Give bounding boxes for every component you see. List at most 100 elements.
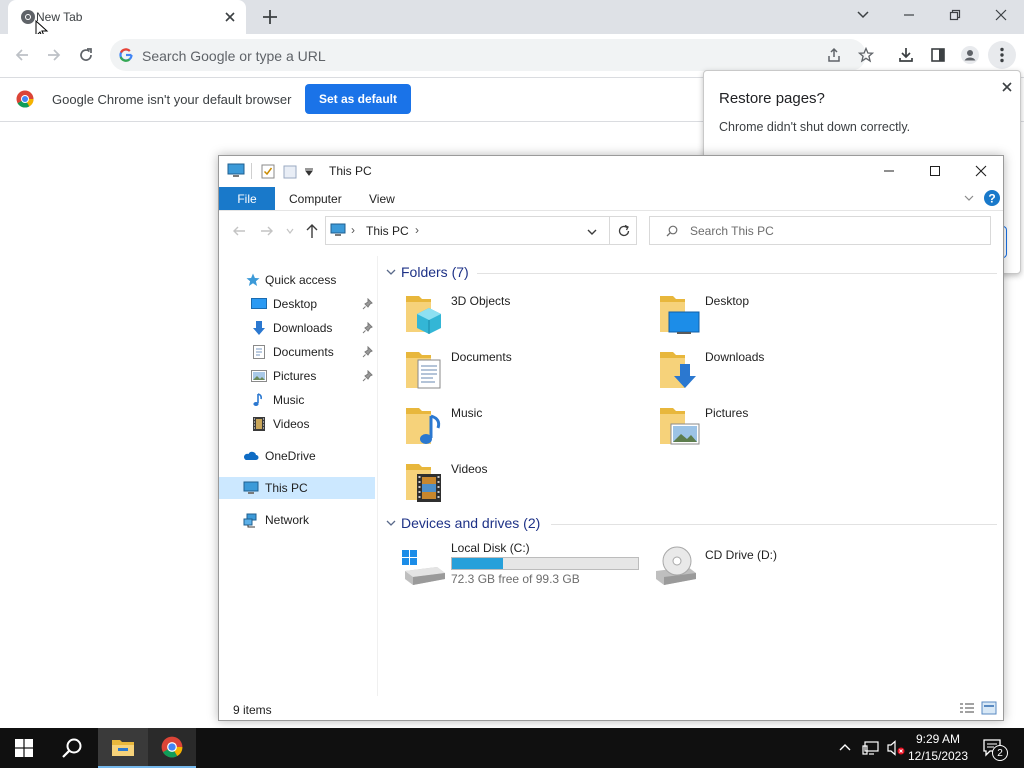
back-button[interactable]	[10, 43, 34, 67]
taskbar-chrome-button[interactable]	[148, 728, 196, 768]
nav-label: OneDrive	[265, 449, 316, 463]
expand-ribbon-icon[interactable]	[963, 193, 975, 203]
refresh-button[interactable]	[609, 216, 637, 245]
drive-usage-bar	[451, 557, 639, 570]
bookmark-star-icon[interactable]	[854, 43, 878, 67]
forward-button[interactable]	[42, 43, 66, 67]
nav-onedrive[interactable]: OneDrive	[219, 445, 375, 467]
share-icon[interactable]	[822, 43, 846, 67]
new-folder-qat-icon[interactable]	[283, 163, 297, 179]
properties-qat-icon[interactable]	[261, 163, 275, 179]
explorer-maximize-button[interactable]	[923, 160, 947, 182]
chrome-menu-button[interactable]	[988, 41, 1016, 69]
folder-videos[interactable]: Videos	[405, 458, 655, 510]
nav-desktop[interactable]: Desktop	[219, 293, 375, 315]
music-folder-icon	[405, 402, 447, 448]
pictures-icon	[251, 368, 267, 384]
nav-label: Videos	[273, 417, 310, 431]
folder-music[interactable]: Music	[405, 402, 655, 454]
tiles-view-icon[interactable]	[981, 701, 997, 715]
restore-bubble-close-icon[interactable]	[998, 78, 1016, 96]
taskbar: 9:29 AM 12/15/2023 2	[0, 728, 1024, 768]
folder-label: 3D Objects	[451, 294, 511, 308]
nav-network[interactable]: Network	[219, 509, 375, 531]
qat-dropdown-icon[interactable]	[305, 168, 313, 176]
explorer-back-icon[interactable]	[231, 223, 247, 239]
drives-group-header[interactable]: Devices and drives (2)	[385, 515, 997, 535]
search-this-pc-input[interactable]: Search This PC	[649, 216, 991, 245]
new-tab-button[interactable]	[260, 7, 280, 27]
folder-label: Music	[451, 406, 483, 420]
address-sep-icon: ›	[351, 223, 355, 237]
nav-label: Documents	[273, 345, 334, 359]
start-button[interactable]	[0, 728, 48, 768]
taskbar-file-explorer-button[interactable]	[98, 728, 148, 768]
address-sep-icon: ›	[415, 223, 419, 237]
folders-group-header[interactable]: Folders (7)	[385, 264, 997, 284]
network-tray-icon[interactable]	[862, 740, 880, 756]
chrome-tab-favicon-icon	[20, 9, 36, 25]
restore-pages-title: Restore pages?	[719, 90, 825, 107]
chrome-minimize-button[interactable]	[886, 0, 932, 30]
address-bar[interactable]: › This PC ›	[325, 216, 637, 245]
details-view-icon[interactable]	[959, 702, 975, 716]
profile-avatar-icon[interactable]	[958, 43, 982, 67]
folder-3d-objects[interactable]: 3D Objects	[405, 290, 655, 342]
pin-icon	[362, 298, 374, 310]
nav-videos[interactable]: Videos	[219, 413, 375, 435]
reload-button[interactable]	[74, 43, 98, 67]
music-note-icon	[251, 392, 267, 408]
drive-name: CD Drive (D:)	[705, 548, 777, 562]
folder-downloads[interactable]: Downloads	[659, 346, 909, 398]
folder-label: Pictures	[705, 406, 749, 420]
tab-search-button[interactable]	[840, 0, 886, 30]
pin-icon	[362, 322, 374, 334]
chrome-close-button[interactable]	[978, 0, 1024, 30]
folder-pictures[interactable]: Pictures	[659, 402, 909, 454]
notification-count-badge: 2	[992, 745, 1008, 761]
nav-this-pc[interactable]: This PC	[219, 477, 375, 499]
tray-overflow-chevron-icon[interactable]	[838, 741, 852, 755]
ribbon-tab-computer[interactable]: Computer	[289, 192, 342, 206]
folder-label: Documents	[451, 350, 512, 364]
nav-downloads[interactable]: Downloads	[219, 317, 375, 339]
ribbon-tabs: File Computer View ?	[219, 187, 1003, 211]
downloads-icon[interactable]	[894, 43, 918, 67]
chrome-restore-button[interactable]	[932, 0, 978, 30]
drive-local-disk-c[interactable]: Local Disk (C:) 72.3 GB free of 99.3 GB	[401, 541, 651, 589]
3d-objects-folder-icon	[405, 290, 447, 336]
nav-label: Desktop	[273, 297, 318, 311]
folder-documents[interactable]: Documents	[405, 346, 655, 398]
pin-icon	[362, 370, 374, 382]
clock-date[interactable]: 12/15/2023	[904, 749, 972, 763]
explorer-forward-icon[interactable]	[259, 223, 275, 239]
group-header-label: Folders (7)	[401, 264, 469, 280]
group-header-label: Devices and drives (2)	[401, 515, 541, 531]
nav-documents[interactable]: Documents	[219, 341, 375, 363]
recent-locations-icon[interactable]	[286, 227, 294, 235]
help-icon[interactable]: ?	[983, 189, 1001, 207]
svg-text:?: ?	[988, 192, 995, 206]
set-as-default-button[interactable]: Set as default	[305, 84, 411, 114]
nav-pictures[interactable]: Pictures	[219, 365, 375, 387]
nav-music[interactable]: Music	[219, 389, 375, 411]
nav-label: Pictures	[273, 369, 317, 383]
explorer-close-button[interactable]	[969, 160, 993, 182]
taskbar-search-icon[interactable]	[48, 728, 96, 768]
side-panel-icon[interactable]	[926, 43, 950, 67]
explorer-minimize-button[interactable]	[877, 160, 901, 182]
network-icon	[243, 512, 259, 528]
address-crumb[interactable]: This PC	[366, 224, 409, 238]
tab-close-icon[interactable]	[222, 9, 238, 25]
folder-label: Desktop	[705, 294, 750, 308]
drive-cd-d[interactable]: CD Drive (D:)	[655, 541, 905, 589]
clock-time[interactable]: 9:29 AM	[904, 732, 972, 746]
ribbon-tab-view[interactable]: View	[369, 192, 395, 206]
drive-name: Local Disk (C:)	[451, 541, 530, 555]
address-dropdown-icon[interactable]	[586, 227, 598, 237]
ribbon-tab-file[interactable]: File	[219, 187, 275, 210]
nav-quick-access[interactable]: Quick access	[219, 269, 375, 291]
up-folder-icon[interactable]	[304, 222, 320, 240]
volume-muted-icon[interactable]	[886, 740, 906, 756]
folder-desktop[interactable]: Desktop	[659, 290, 909, 342]
